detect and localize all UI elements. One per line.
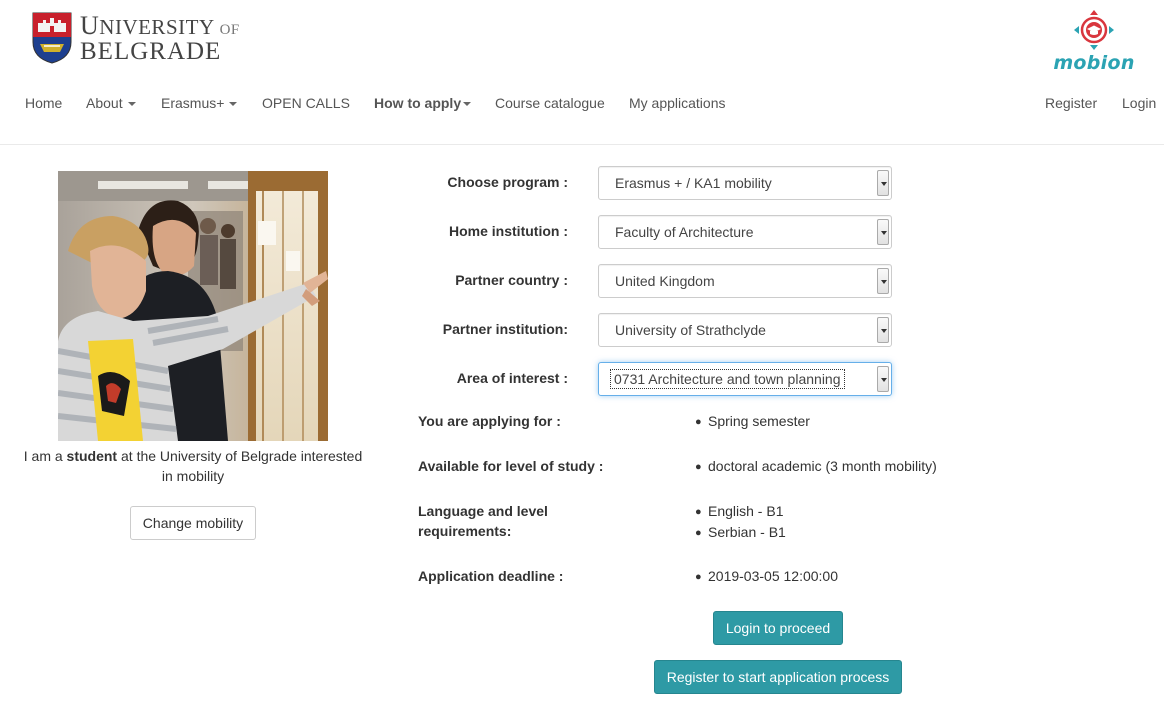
partner-institution-select[interactable]: University of Strathclyde	[598, 313, 892, 347]
area-of-interest-selected-value: 0731 Architecture and town planning	[610, 369, 845, 389]
application-deadline-label: Application deadline :	[418, 568, 564, 584]
application-deadline-value: ● 2019-03-05 12:00:00	[695, 566, 838, 587]
partner-institution-selected-value: University of Strathclyde	[615, 322, 766, 338]
nav-about-dropdown[interactable]: About	[86, 95, 136, 111]
language-requirements-label: Language and level requirements:	[418, 503, 548, 539]
profile-caption: I am a student at the University of Belg…	[23, 448, 363, 484]
area-of-interest-label: Area of interest :	[456, 370, 568, 386]
nav-login[interactable]: Login	[1122, 95, 1156, 111]
level-of-study-value: ● doctoral academic (3 month mobility)	[695, 456, 937, 477]
home-institution-selected-value: Faculty of Architecture	[615, 224, 754, 240]
bullet-icon: ●	[695, 506, 702, 518]
profile-role: student	[66, 448, 118, 464]
bullet-icon: ●	[695, 571, 702, 583]
graduation-cap-target-icon	[1074, 10, 1114, 50]
partner-country-label: Partner country :	[455, 272, 568, 288]
logo-line-university: UNIVERSITY OF	[80, 10, 240, 40]
university-logo[interactable]: UNIVERSITY OF BELGRADE	[32, 12, 240, 64]
bullet-icon: ●	[695, 461, 702, 473]
home-institution-select[interactable]: Faculty of Architecture	[598, 215, 892, 249]
mobion-logo[interactable]: mobion	[1050, 8, 1138, 74]
students-photo	[58, 171, 328, 441]
language-requirement-item: ● Serbian - B1	[695, 522, 786, 543]
nav-erasmus-label: Erasmus+	[161, 95, 225, 111]
nav-open-calls[interactable]: OPEN CALLS	[262, 95, 350, 111]
partner-institution-label: Partner institution:	[442, 321, 568, 337]
dropdown-arrow-icon	[877, 366, 889, 392]
language-requirements-list: ● English - B1 ● Serbian - B1	[695, 501, 786, 543]
nav-how-to-apply-dropdown[interactable]: How to apply	[374, 95, 472, 111]
logo-line-belgrade: BELGRADE	[80, 37, 222, 65]
area-of-interest-select[interactable]: 0731 Architecture and town planning	[598, 362, 892, 396]
language-requirement-item: ● English - B1	[695, 501, 786, 522]
nav-how-to-apply-label: How to apply	[374, 95, 462, 111]
dropdown-arrow-icon	[877, 268, 889, 294]
dropdown-arrow-icon	[877, 170, 889, 196]
register-application-button[interactable]: Register to start application process	[654, 660, 902, 694]
program-label: Choose program :	[447, 174, 568, 190]
home-institution-label: Home institution :	[449, 223, 568, 239]
chevron-down-icon	[463, 102, 472, 107]
nav-register[interactable]: Register	[1045, 95, 1097, 111]
dropdown-arrow-icon	[877, 219, 889, 245]
chevron-down-icon	[229, 102, 238, 107]
university-crest-icon	[32, 12, 72, 64]
bullet-icon: ●	[695, 527, 702, 539]
program-select[interactable]: Erasmus + / KA1 mobility	[598, 166, 892, 200]
nav-home[interactable]: Home	[25, 95, 62, 111]
chevron-down-icon	[127, 102, 136, 107]
applying-for-value: ● Spring semester	[695, 411, 810, 432]
program-selected-value: Erasmus + / KA1 mobility	[615, 175, 772, 191]
main-navbar: Home About Erasmus+ OPEN CALLS How to ap…	[0, 84, 1164, 124]
nav-course-catalogue[interactable]: Course catalogue	[495, 95, 605, 111]
mobion-wordmark: mobion	[1053, 52, 1135, 74]
applying-for-label: You are applying for :	[418, 413, 561, 429]
partner-country-selected-value: United Kingdom	[615, 273, 715, 289]
nav-my-applications[interactable]: My applications	[629, 95, 726, 111]
dropdown-arrow-icon	[877, 317, 889, 343]
header-divider	[0, 144, 1164, 145]
level-of-study-label: Available for level of study :	[418, 458, 604, 474]
nav-about-label: About	[86, 95, 123, 111]
nav-erasmus-dropdown[interactable]: Erasmus+	[161, 95, 238, 111]
login-to-proceed-button[interactable]: Login to proceed	[713, 611, 843, 645]
change-mobility-button[interactable]: Change mobility	[130, 506, 256, 540]
partner-country-select[interactable]: United Kingdom	[598, 264, 892, 298]
bullet-icon: ●	[695, 416, 702, 428]
